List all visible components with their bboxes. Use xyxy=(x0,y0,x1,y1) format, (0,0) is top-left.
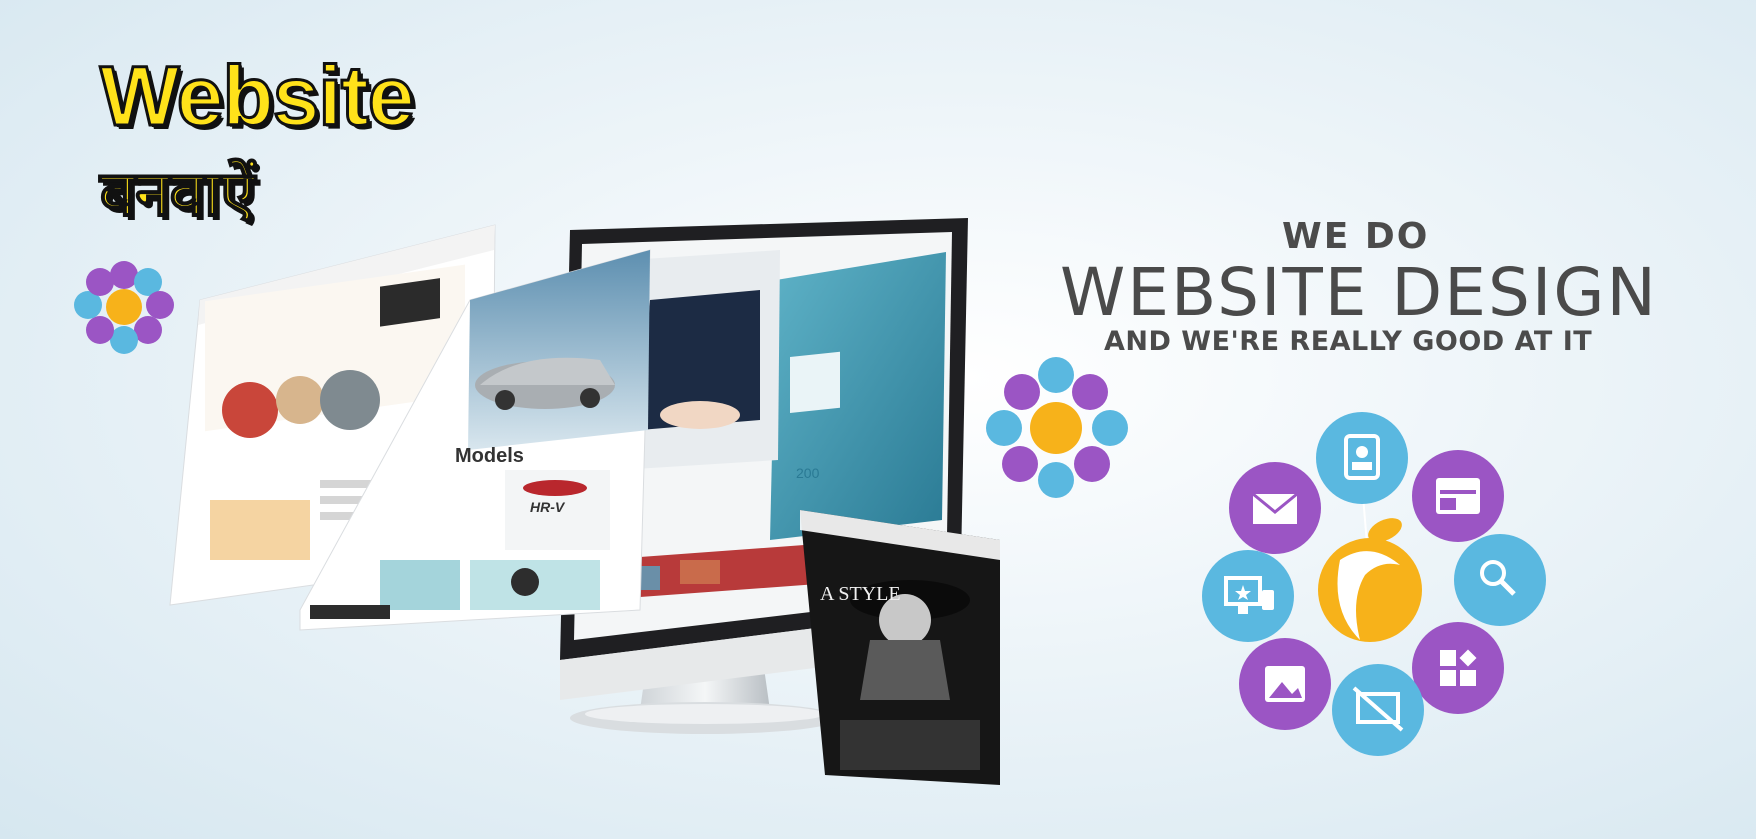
fashion-caption: A STYLE xyxy=(820,583,901,605)
car-models-heading: Models xyxy=(455,445,524,467)
headline-english: Website xyxy=(99,48,417,145)
flower-decoration-left xyxy=(74,261,174,354)
tagline-line-3: AND WE'RE REALLY GOOD AT IT xyxy=(1104,326,1593,357)
banner: 200 Models HR-V A STYLE Website बनवाऐं W… xyxy=(0,0,1756,839)
search-icon[interactable] xyxy=(1454,534,1546,626)
headline-hindi: बनवाऐं xyxy=(99,156,256,231)
email-icon[interactable] xyxy=(1229,462,1321,554)
no-mobile-icon[interactable] xyxy=(1332,664,1424,756)
id-card-icon[interactable] xyxy=(1316,412,1408,504)
responsive-devices-icon[interactable] xyxy=(1202,550,1294,642)
car-model-name: HR-V xyxy=(530,499,566,515)
logo-swirl-icon xyxy=(1318,518,1422,642)
icon-ring xyxy=(1202,412,1546,756)
tagline-line-2: WEBSITE DESIGN xyxy=(1060,254,1658,331)
app-grid-icon[interactable] xyxy=(1412,622,1504,714)
dashboard-number: 200 xyxy=(796,465,820,481)
tagline-line-1: WE DO xyxy=(1282,216,1430,257)
webpage-mockup-fashion: A STYLE xyxy=(800,510,1000,785)
browser-window-icon[interactable] xyxy=(1412,450,1504,542)
flower-decoration-middle xyxy=(986,357,1128,498)
image-icon[interactable] xyxy=(1239,638,1331,730)
